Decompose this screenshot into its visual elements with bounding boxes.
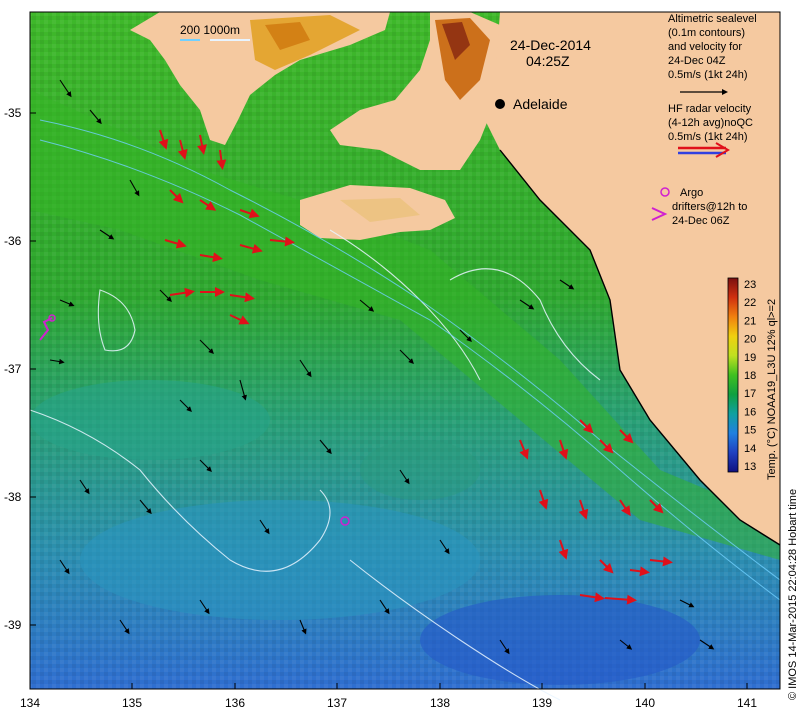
lat-tick-label: -38 [4,490,22,504]
svg-text:drifters@12h to: drifters@12h to [672,201,747,213]
lon-tick-label: 137 [327,696,347,710]
colorbar-tick-label: 16 [744,406,756,418]
colorbar-tick-label: 14 [744,443,756,455]
svg-text:(4-12h avg)noQC: (4-12h avg)noQC [668,117,753,129]
svg-text:24-Dec 06Z: 24-Dec 06Z [672,215,730,227]
lon-tick-label: 136 [225,696,245,710]
colorbar-tick-label: 17 [744,388,756,400]
svg-text:24-Dec 04Z: 24-Dec 04Z [668,55,726,67]
svg-text:0.5m/s (1kt 24h): 0.5m/s (1kt 24h) [668,131,747,143]
colorbar-tick-label: 18 [744,370,756,382]
svg-text:0.5m/s (1kt 24h): 0.5m/s (1kt 24h) [668,69,747,81]
colorbar-tick-label: 23 [744,279,756,291]
city-label-adelaide: Adelaide [513,96,568,112]
colorbar-tick-label: 21 [744,315,756,327]
colorbar-tick-label: 15 [744,425,756,437]
map-date: 24-Dec-2014 [510,37,591,53]
svg-text:Argo: Argo [680,187,703,199]
svg-text:HF radar velocity: HF radar velocity [668,103,752,115]
colorbar-label: Temp. (°C) NOAA19_L3U 12% ql>=2 [766,299,778,480]
lon-tick-label: 140 [635,696,655,710]
city-marker-adelaide [495,99,505,109]
lat-tick-label: -37 [4,362,22,376]
colorbar-tick-label: 13 [744,461,756,473]
lat-tick-label: -36 [4,234,22,248]
lat-tick-label: -35 [4,106,22,120]
colorbar-tick-label: 22 [744,297,756,309]
map-panel [29,12,781,701]
lon-tick-label: 135 [122,696,142,710]
svg-text:Altimetric sealevel: Altimetric sealevel [668,13,757,25]
svg-text:and velocity for: and velocity for [668,41,742,53]
lon-tick-label: 134 [20,696,40,710]
svg-text:(0.1m contours): (0.1m contours) [668,27,745,39]
map-time: 04:25Z [526,53,570,69]
lon-tick-label: 141 [737,696,757,710]
lon-tick-label: 138 [430,696,450,710]
colorbar-tick-label: 20 [744,334,756,346]
colorbar-tick-label: 19 [744,352,756,364]
credit-text: © IMOS 14-Mar-2015 22:04:28 Hobart time [787,489,799,700]
lat-tick-label: -39 [4,618,22,632]
lon-tick-label: 139 [532,696,552,710]
colorbar: 23 22 21 20 19 18 17 16 15 14 13 Temp. (°C) NOAA19… [727,277,778,480]
depth-contour-label: 200 1000m [180,23,240,37]
